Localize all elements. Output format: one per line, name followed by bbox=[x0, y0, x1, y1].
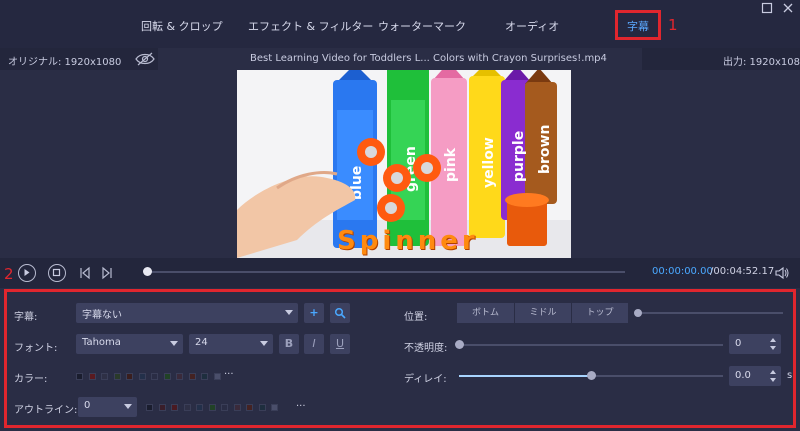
video-filename: Best Learning Video for Toddlers L... Co… bbox=[250, 53, 607, 64]
position-slider-track[interactable] bbox=[638, 312, 783, 314]
delay-slider-handle[interactable] bbox=[587, 371, 596, 380]
add-subtitle-button[interactable]: + bbox=[304, 303, 324, 323]
crayon-label: brown bbox=[537, 125, 553, 174]
previous-frame-icon[interactable] bbox=[78, 266, 92, 283]
playback-track[interactable] bbox=[147, 271, 625, 273]
current-time: 00:00:00.00 bbox=[652, 266, 713, 277]
highlight-box-subtitle-tab bbox=[615, 10, 661, 40]
color-swatch[interactable] bbox=[213, 373, 221, 380]
tab-rotate-crop[interactable]: 回転 & クロップ bbox=[141, 18, 223, 34]
search-subtitle-button[interactable] bbox=[330, 303, 350, 323]
color-swatch[interactable] bbox=[188, 373, 196, 380]
color-swatch[interactable] bbox=[151, 373, 158, 380]
chevron-up-icon[interactable] bbox=[770, 370, 776, 374]
video-caption: Spinner bbox=[337, 226, 479, 256]
playback-handle[interactable] bbox=[143, 267, 152, 276]
tab-audio[interactable]: オーディオ bbox=[505, 18, 559, 34]
position-bottom-button[interactable]: ボトム bbox=[457, 303, 514, 323]
output-resolution: 出力: 1920x1080 bbox=[723, 57, 800, 68]
chevron-down-icon[interactable] bbox=[770, 378, 776, 382]
font-label: フォント: bbox=[14, 343, 58, 354]
delay-spinbox[interactable]: 0.0 bbox=[729, 366, 781, 386]
color-swatch[interactable] bbox=[258, 404, 266, 411]
color-swatch[interactable] bbox=[176, 373, 183, 380]
color-label: カラー: bbox=[14, 374, 48, 385]
font-size-select[interactable]: 24 bbox=[189, 334, 273, 354]
color-swatch[interactable] bbox=[138, 373, 146, 380]
color-swatch[interactable] bbox=[196, 404, 203, 411]
total-duration: /00:04:52.17 bbox=[710, 266, 775, 277]
original-resolution: オリジナル: 1920x1080 bbox=[8, 57, 122, 68]
delay-unit: s bbox=[787, 370, 793, 381]
position-slider-handle[interactable] bbox=[634, 309, 642, 317]
italic-button[interactable]: I bbox=[304, 334, 324, 354]
color-swatch[interactable] bbox=[158, 404, 166, 411]
opacity-slider-track[interactable] bbox=[459, 344, 723, 346]
color-swatch[interactable] bbox=[246, 404, 253, 411]
opacity-label: 不透明度: bbox=[404, 343, 448, 354]
color-swatch[interactable] bbox=[271, 404, 278, 411]
eye-hidden-icon[interactable] bbox=[135, 52, 155, 69]
delay-slider-fill bbox=[459, 375, 591, 377]
crayon-label: purple bbox=[511, 131, 527, 182]
subtitle-label: 字幕: bbox=[14, 312, 38, 323]
chevron-up-icon[interactable] bbox=[770, 338, 776, 342]
playback-bar: 2 00:00:00.00 /00:04:52.17 bbox=[0, 258, 800, 288]
color-swatch[interactable] bbox=[126, 373, 133, 380]
close-icon[interactable] bbox=[781, 2, 795, 16]
search-icon bbox=[334, 307, 346, 319]
position-middle-button[interactable]: ミドル bbox=[515, 303, 571, 323]
subtitle-select[interactable]: 字幕ない bbox=[76, 303, 298, 323]
color-swatch[interactable] bbox=[76, 373, 83, 380]
color-swatch[interactable] bbox=[101, 373, 108, 380]
underline-button[interactable]: U bbox=[330, 334, 350, 354]
chevron-down-icon bbox=[285, 310, 293, 315]
color-swatch[interactable] bbox=[183, 404, 191, 411]
opacity-spinbox[interactable]: 0 bbox=[729, 334, 781, 354]
color-swatch[interactable] bbox=[163, 373, 171, 380]
chevron-down-icon[interactable] bbox=[770, 346, 776, 350]
chevron-down-icon bbox=[124, 404, 132, 409]
color-swatch[interactable] bbox=[201, 373, 208, 380]
color-swatch[interactable] bbox=[221, 404, 228, 411]
video-preview: blue green pink yellow purple brown Spinner bbox=[237, 70, 571, 258]
annotation-number-1: 1 bbox=[668, 16, 678, 34]
color-swatch[interactable] bbox=[88, 373, 96, 380]
outline-width-select[interactable]: 0 bbox=[78, 397, 137, 417]
delay-label: ディレイ: bbox=[404, 374, 447, 385]
tab-effects-filters[interactable]: エフェクト & フィルター bbox=[248, 18, 373, 34]
color-swatch[interactable] bbox=[113, 373, 121, 380]
outline-more-button[interactable]: ··· bbox=[296, 401, 306, 412]
bold-button[interactable]: B bbox=[279, 334, 299, 354]
stop-button[interactable] bbox=[48, 264, 66, 282]
video-info-row: オリジナル: 1920x1080 Best Learning Video for… bbox=[0, 48, 800, 70]
color-swatch[interactable] bbox=[146, 404, 153, 411]
play-button[interactable] bbox=[18, 264, 36, 282]
crayon-label: yellow bbox=[481, 137, 497, 188]
tab-watermark[interactable]: ウォーターマーク bbox=[378, 18, 466, 34]
edit-tab-bar: 回転 & クロップ エフェクト & フィルター ウォーターマーク オーディオ 字… bbox=[0, 0, 800, 48]
annotation-number-2: 2 bbox=[4, 265, 14, 283]
outline-label: アウトライン: bbox=[14, 405, 78, 416]
crayon-label: pink bbox=[443, 147, 459, 182]
position-top-button[interactable]: トップ bbox=[572, 303, 628, 323]
maximize-icon[interactable] bbox=[760, 2, 774, 16]
font-family-select[interactable]: Tahoma bbox=[76, 334, 183, 354]
color-swatch[interactable] bbox=[233, 404, 241, 411]
color-swatch[interactable] bbox=[171, 404, 178, 411]
next-frame-icon[interactable] bbox=[100, 266, 114, 283]
opacity-slider-handle[interactable] bbox=[455, 340, 464, 349]
color-swatch[interactable] bbox=[208, 404, 216, 411]
position-label: 位置: bbox=[404, 312, 428, 323]
volume-icon[interactable] bbox=[774, 265, 790, 284]
chevron-down-icon bbox=[170, 341, 178, 346]
chevron-down-icon bbox=[260, 341, 268, 346]
color-more-button[interactable]: ··· bbox=[224, 369, 234, 380]
preview-area: blue green pink yellow purple brown Spinner bbox=[0, 70, 800, 258]
